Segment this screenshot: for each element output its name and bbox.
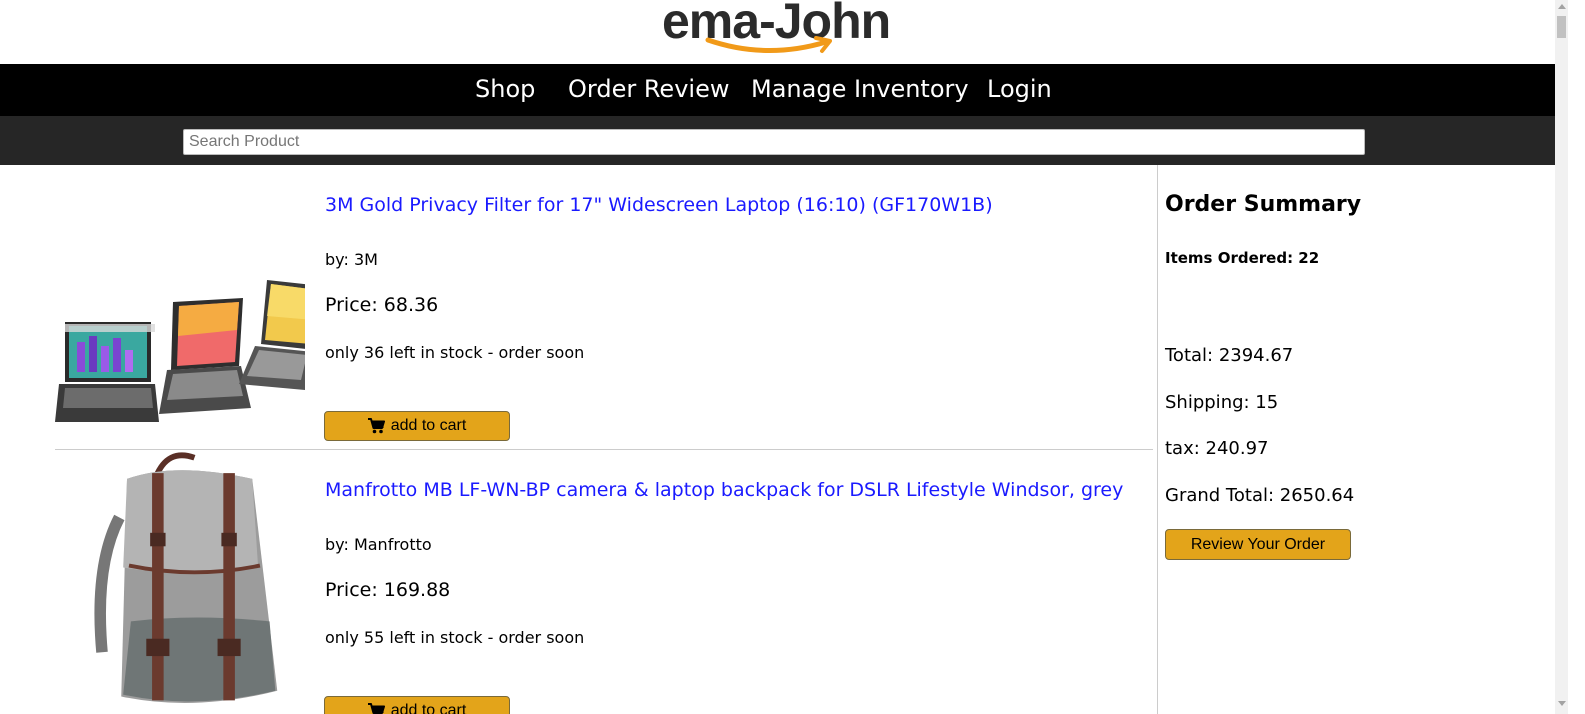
- backpack-image: [94, 452, 278, 704]
- nav-item-login[interactable]: Login: [987, 75, 1052, 103]
- add-to-cart-label: add to cart: [390, 702, 467, 714]
- order-tax: tax: 240.97: [1165, 438, 1269, 459]
- order-summary: Order Summary Items Ordered: 22 Total: 2…: [1165, 165, 1545, 714]
- product-brand: by: Manfrotto: [325, 535, 432, 554]
- page: ema-John Shop Order Review Manage Invent…: [0, 0, 1585, 714]
- add-to-cart-label: add to cart: [390, 417, 467, 434]
- logo[interactable]: ema-John: [662, 0, 891, 62]
- nav-item-manage-inventory[interactable]: Manage Inventory: [751, 75, 969, 103]
- items-ordered: Items Ordered: 22: [1165, 249, 1320, 267]
- scroll-thumb[interactable]: [1557, 16, 1566, 38]
- product-name-link[interactable]: 3M Gold Privacy Filter for 17" Widescree…: [325, 193, 993, 217]
- product-stock: only 55 left in stock - order soon: [325, 628, 585, 647]
- shopping-cart-icon: [367, 703, 385, 714]
- nav-item-order-review[interactable]: Order Review: [568, 75, 729, 103]
- product-price: Price: 68.36: [325, 294, 439, 316]
- order-total: Total: 2394.67: [1165, 345, 1294, 366]
- search-input[interactable]: [183, 129, 1365, 155]
- laptop-privacy-filter-image: [55, 280, 305, 422]
- add-to-cart-button[interactable]: add to cart: [324, 696, 510, 714]
- search-bar: [0, 116, 1555, 165]
- order-grand-total: Grand Total: 2650.64: [1165, 485, 1355, 506]
- product-price: Price: 169.88: [325, 579, 451, 601]
- order-summary-title: Order Summary: [1165, 192, 1362, 217]
- shopping-cart-icon: [367, 418, 385, 434]
- page-scrollbar[interactable]: [1555, 0, 1568, 714]
- product-stock: only 36 left in stock - order soon: [325, 343, 585, 362]
- add-to-cart-button[interactable]: add to cart: [324, 411, 510, 441]
- main-nav: Shop Order Review Manage Inventory Login: [0, 64, 1555, 116]
- product-item: Manfrotto MB LF-WN-BP camera & laptop ba…: [55, 450, 1153, 714]
- product-brand: by: 3M: [325, 250, 378, 269]
- sidebar-divider: [1157, 165, 1158, 714]
- order-shipping: Shipping: 15: [1165, 392, 1279, 413]
- product-list: 3M Gold Privacy Filter for 17" Widescree…: [55, 165, 1153, 714]
- scroll-up-icon[interactable]: [1558, 4, 1566, 9]
- logo-smile-icon: [705, 36, 832, 53]
- product-name-link[interactable]: Manfrotto MB LF-WN-BP camera & laptop ba…: [325, 478, 1123, 502]
- review-order-button[interactable]: Review Your Order: [1165, 529, 1351, 560]
- header: ema-John: [0, 0, 1555, 64]
- product-item: 3M Gold Privacy Filter for 17" Widescree…: [55, 165, 1153, 450]
- nav-item-shop[interactable]: Shop: [475, 75, 535, 103]
- scroll-down-icon[interactable]: [1558, 701, 1566, 706]
